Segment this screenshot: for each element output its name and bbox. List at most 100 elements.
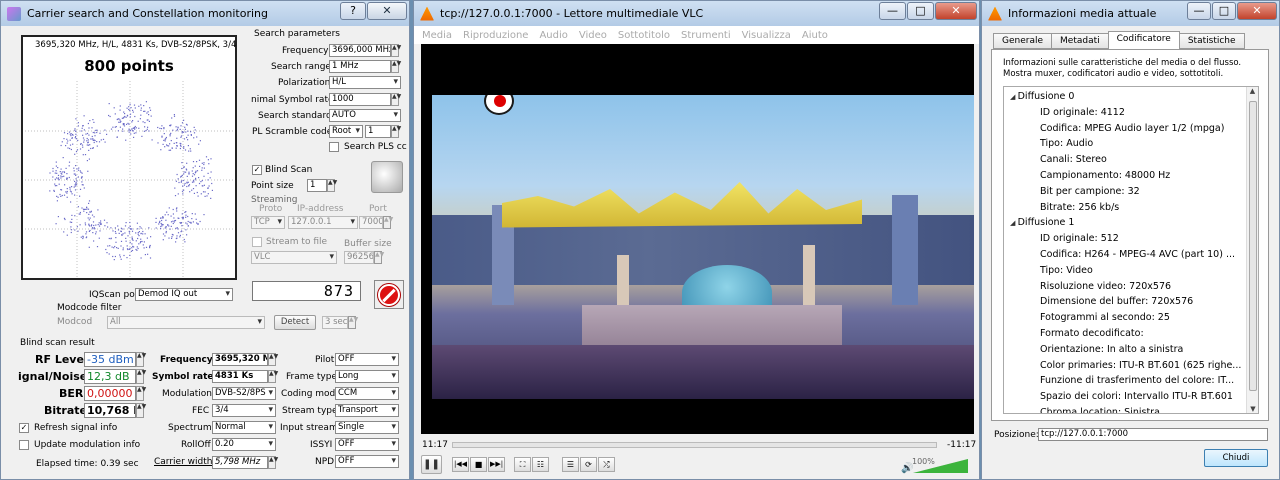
port-input[interactable]: 7000 [359, 216, 383, 229]
search-range-input[interactable]: 1 MHz [329, 60, 391, 73]
menu-item-riproduzione[interactable]: Riproduzione [463, 30, 528, 41]
symbol-rate-input[interactable]: 1000 [329, 93, 391, 106]
menu-item-video[interactable]: Video [579, 30, 607, 41]
tab-codificatore[interactable]: Codificatore [1107, 31, 1180, 49]
scramble-number[interactable]: 1 [365, 125, 391, 138]
menu-item-aiuto[interactable]: Aiuto [802, 30, 828, 41]
polarization-select[interactable]: H/L [329, 76, 401, 89]
search-standard-select[interactable]: AUTO [329, 109, 401, 122]
playlist-icon[interactable]: ☰ [562, 457, 579, 472]
tree-item[interactable]: Fotogrammi al secondo: 25 [1004, 310, 1246, 326]
menu-item-sottotitolo[interactable]: Sottotitolo [618, 30, 670, 41]
carrier-width-spin[interactable]: ▲▼ [268, 456, 278, 469]
expand-arrow-icon[interactable]: ◢ [1010, 219, 1018, 227]
rf-spin[interactable]: ▲▼ [136, 352, 146, 367]
proto-select[interactable]: TCP [251, 216, 285, 229]
tree-item[interactable]: Codifica: MPEG Audio layer 1/2 (mpga) [1004, 121, 1246, 137]
frequency-spin[interactable]: ▲▼ [391, 44, 401, 57]
pilot-select[interactable]: OFF [335, 353, 399, 366]
menu-item-strumenti[interactable]: Strumenti [681, 30, 731, 41]
tab-generale[interactable]: Generale [993, 33, 1053, 49]
input-stream-select[interactable]: Single [335, 421, 399, 434]
stop-button[interactable]: ■ [470, 457, 487, 472]
ip-select[interactable]: 127.0.0.1 [288, 216, 358, 229]
close-button[interactable]: ✕ [367, 2, 407, 20]
fullscreen-icon[interactable]: ⛶ [514, 457, 531, 472]
modcode-select[interactable]: All [107, 316, 265, 329]
loop-icon[interactable]: ⟳ [580, 457, 597, 472]
symbol-rate-spin[interactable]: ▲▼ [391, 93, 401, 106]
bitrate-spin[interactable]: ▲▼ [136, 403, 146, 418]
scramble-select[interactable]: Root [329, 125, 363, 138]
buffer-spin[interactable]: ▲▼ [374, 251, 384, 264]
play-pause-button[interactable]: ❚❚ [421, 455, 442, 474]
snr-spin[interactable]: ▲▼ [136, 369, 146, 384]
tree-item[interactable]: Tipo: Video [1004, 263, 1246, 279]
info-minimize-button[interactable]: — [1187, 2, 1211, 20]
result-symrate-spin[interactable]: ▲▼ [268, 370, 278, 383]
modulation-select[interactable]: DVB-S2/8PS [212, 387, 276, 400]
tree-item[interactable]: Color primaries: ITU-R BT.601 (625 righe… [1004, 358, 1246, 374]
carrier-width-label[interactable]: Carrier width [154, 457, 212, 467]
tree-item[interactable]: Tipo: Audio [1004, 136, 1246, 152]
tab-statistiche[interactable]: Statistiche [1178, 33, 1245, 49]
close-dialog-button[interactable]: Chiudi [1204, 449, 1268, 467]
tree-item[interactable]: ID originale: 512 [1004, 231, 1246, 247]
refresh-signal-checkbox[interactable]: ✓ [19, 423, 29, 433]
stream-to-file-checkbox[interactable] [252, 237, 262, 247]
tree-group[interactable]: ◢ Diffusione 1 [1004, 215, 1246, 231]
tree-item[interactable]: Chroma location: Sinistra [1004, 405, 1246, 413]
point-size-spin[interactable]: ▲▼ [327, 179, 337, 192]
result-frequency-spin[interactable]: ▲▼ [268, 353, 278, 366]
detect-seconds[interactable]: 3 sec [322, 316, 348, 329]
ber-spin[interactable]: ▲▼ [136, 386, 146, 401]
menu-item-visualizza[interactable]: Visualizza [742, 30, 791, 41]
frequency-input[interactable]: 3696,000 MHz [329, 44, 391, 57]
blind-scan-checkbox[interactable]: ✓ [252, 165, 262, 175]
port-spin[interactable]: ▲▼ [383, 216, 393, 229]
info-close-button[interactable]: ✕ [1237, 2, 1277, 20]
position-field[interactable]: tcp://127.0.0.1:7000 [1038, 428, 1268, 441]
player-select[interactable]: VLC [251, 251, 337, 264]
tree-item[interactable]: Campionamento: 48000 Hz [1004, 168, 1246, 184]
buffer-size-input[interactable]: 96256 [344, 251, 374, 264]
globe-icon[interactable] [371, 161, 403, 193]
expand-arrow-icon[interactable]: ◢ [1010, 93, 1018, 101]
info-maximize-button[interactable]: □ [1212, 2, 1236, 20]
detect-button[interactable]: Detect [274, 315, 316, 330]
rolloff-select[interactable]: 0.20 [212, 438, 276, 451]
shuffle-icon[interactable]: ⤮ [598, 457, 615, 472]
tree-item[interactable]: Formato decodificato: [1004, 326, 1246, 342]
tree-item[interactable]: Risoluzione video: 720x576 [1004, 279, 1246, 295]
stream-type-select[interactable]: Transport [335, 404, 399, 417]
tree-item[interactable]: Orientazione: In alto a sinistra [1004, 342, 1246, 358]
tree-scrollbar[interactable]: ▲ ▼ [1246, 87, 1258, 413]
help-button[interactable]: ? [340, 2, 366, 20]
spectrum-select[interactable]: Normal [212, 421, 276, 434]
tree-item[interactable]: Codifica: H264 - MPEG-4 AVC (part 10) ..… [1004, 247, 1246, 263]
vlc-maximize-button[interactable]: □ [907, 2, 934, 20]
tree-item[interactable]: Canali: Stereo [1004, 152, 1246, 168]
scramble-spin[interactable]: ▲▼ [391, 125, 401, 138]
iq-scan-select[interactable]: Demod IQ out [135, 288, 233, 301]
stop-icon[interactable] [374, 280, 404, 309]
vlc-minimize-button[interactable]: — [879, 2, 906, 20]
tree-item[interactable]: Bit per campione: 32 [1004, 184, 1246, 200]
tree-item[interactable]: Funzione di trasferimento del colore: IT… [1004, 373, 1246, 389]
next-button[interactable]: ▶▶| [488, 457, 505, 472]
menu-item-media[interactable]: Media [422, 30, 452, 41]
coding-mode-select[interactable]: CCM [335, 387, 399, 400]
menu-item-audio[interactable]: Audio [539, 30, 567, 41]
search-range-spin[interactable]: ▲▼ [391, 60, 401, 73]
fec-select[interactable]: 3/4 [212, 404, 276, 417]
tree-group[interactable]: ◢ Diffusione 0 [1004, 89, 1246, 105]
volume-slider[interactable] [913, 459, 968, 473]
detect-spin[interactable]: ▲▼ [348, 316, 358, 329]
extended-settings-icon[interactable]: ☷ [532, 457, 549, 472]
tab-metadati[interactable]: Metadati [1051, 33, 1109, 49]
search-pls-checkbox[interactable] [329, 142, 339, 152]
point-size-input[interactable]: 1 [307, 179, 327, 192]
seek-bar[interactable] [452, 442, 937, 448]
tree-item[interactable]: ID originale: 4112 [1004, 105, 1246, 121]
vlc-close-button[interactable]: ✕ [935, 2, 977, 20]
